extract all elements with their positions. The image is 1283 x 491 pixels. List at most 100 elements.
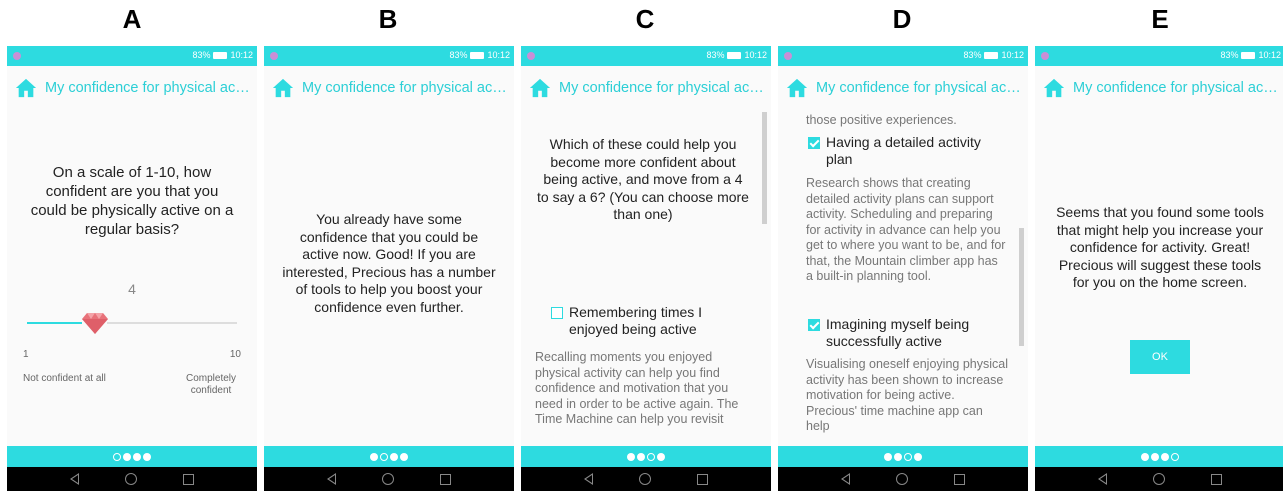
app-bar: My confidence for physical acti... [521, 66, 771, 110]
option-imagining[interactable]: Imagining myself being successfully acti… [808, 316, 1006, 350]
option-description: Recalling moments you enjoyed physical a… [535, 350, 739, 426]
page-indicator [521, 446, 771, 467]
back-nav-icon[interactable] [327, 473, 336, 485]
tools-question: Which of these could help you become mor… [537, 136, 749, 222]
notification-icon [784, 52, 792, 60]
page-dot [637, 452, 645, 461]
checkbox-activity-plan[interactable] [808, 137, 820, 149]
panel-letter-a: A [122, 4, 142, 34]
battery-icon [213, 51, 228, 59]
home-icon[interactable] [1043, 77, 1065, 99]
recents-nav-icon[interactable] [1211, 473, 1222, 485]
system-nav-bar [1035, 467, 1283, 491]
page-dot [1171, 452, 1179, 461]
home-icon[interactable] [272, 77, 294, 99]
page-dot [904, 452, 912, 461]
page-indicator [7, 446, 257, 467]
battery-icon [470, 51, 485, 59]
status-bar: 83% 10:12 [1035, 46, 1283, 66]
option-description: Research shows that creating detailed ac… [806, 176, 1006, 283]
app-title: My confidence for physical acti... [559, 80, 769, 96]
home-nav-icon[interactable] [639, 473, 651, 485]
home-icon[interactable] [15, 77, 37, 99]
app-bar: My confidence for physical acti... [778, 66, 1028, 110]
home-nav-icon[interactable] [382, 473, 394, 485]
checkbox-remembering[interactable] [551, 307, 563, 319]
home-icon[interactable] [529, 77, 551, 99]
page-dot [400, 452, 408, 461]
option-label: Having a detailed activity plan [826, 134, 981, 167]
scrollbar[interactable] [1019, 228, 1024, 346]
page-dot [884, 452, 892, 461]
app-bar: My confidence for physical acti... [1035, 66, 1283, 110]
back-nav-icon[interactable] [584, 473, 593, 485]
home-nav-icon[interactable] [896, 473, 908, 485]
scrollbar[interactable] [762, 112, 767, 224]
home-nav-icon[interactable] [1153, 473, 1165, 485]
home-icon[interactable] [786, 77, 808, 99]
system-nav-bar [521, 467, 771, 491]
option-description: Visualising oneself enjoying physical ac… [806, 357, 1008, 433]
back-nav-icon[interactable] [70, 473, 79, 485]
page-dot [647, 452, 655, 461]
clock: 10:12 [230, 50, 253, 60]
option-activity-plan[interactable]: Having a detailed activity plan [808, 134, 1006, 168]
notification-icon [13, 52, 21, 60]
notification-icon [270, 52, 278, 60]
page-dot [380, 452, 388, 461]
scale-min-label: 1 [23, 349, 29, 360]
battery-icon [1241, 51, 1256, 59]
clock: 10:12 [1258, 50, 1281, 60]
gem-slider-thumb[interactable] [82, 312, 108, 334]
slider-value: 4 [128, 281, 136, 297]
app-title: My confidence for physical acti... [1073, 80, 1283, 96]
app-bar: My confidence for physical acti... [7, 66, 257, 110]
ok-button[interactable]: OK [1130, 340, 1190, 374]
page-dot [657, 452, 665, 461]
not-confident-label: Not confident at all [23, 373, 106, 384]
page-dot [390, 452, 398, 461]
page-indicator [778, 446, 1028, 467]
recents-nav-icon[interactable] [697, 473, 708, 485]
status-bar: 83% 10:12 [264, 46, 514, 66]
page-dot [133, 452, 141, 461]
completely-confident-label: Completely confident [185, 373, 237, 396]
system-nav-bar [264, 467, 514, 491]
status-bar: 83% 10:12 [7, 46, 257, 66]
system-nav-bar [7, 467, 257, 491]
recents-nav-icon[interactable] [440, 473, 451, 485]
page-dot [113, 452, 121, 461]
page-dot [627, 452, 635, 461]
status-bar: 83% 10:12 [521, 46, 771, 66]
option-remembering[interactable]: Remembering times I enjoyed being active [551, 304, 749, 338]
recents-nav-icon[interactable] [183, 473, 194, 485]
back-nav-icon[interactable] [841, 473, 850, 485]
page-dot [914, 452, 922, 461]
encouragement-text: You already have some confidence that yo… [282, 211, 496, 315]
page-dot [894, 452, 902, 461]
phone-screen-d: 83% 10:12 My confidence for physical acti… [778, 46, 1028, 491]
battery-percent: 83% [706, 50, 725, 60]
home-nav-icon[interactable] [125, 473, 137, 485]
page-dot [370, 452, 378, 461]
page-dot [123, 452, 131, 461]
notification-icon [527, 52, 535, 60]
page-dot [1161, 452, 1169, 461]
phone-screen-a: 83% 10:12 My confidence for physical acti… [7, 46, 257, 491]
clock: 10:12 [1001, 50, 1024, 60]
page-dot [1141, 452, 1149, 461]
slider-track-empty [107, 322, 237, 324]
app-title: My confidence for physical acti... [45, 80, 255, 96]
clock: 10:12 [487, 50, 510, 60]
option-label: Imagining myself being successfully acti… [826, 316, 970, 349]
system-nav-bar [778, 467, 1028, 491]
back-nav-icon[interactable] [1098, 473, 1107, 485]
previous-description-end: those positive experiences. [806, 113, 957, 127]
status-bar: 83% 10:12 [778, 46, 1028, 66]
scale-max-label: 10 [229, 349, 241, 360]
panel-letter-b: B [378, 4, 398, 34]
checkbox-imagining[interactable] [808, 319, 820, 331]
app-title: My confidence for physical acti... [816, 80, 1026, 96]
recents-nav-icon[interactable] [954, 473, 965, 485]
battery-icon [727, 51, 742, 59]
